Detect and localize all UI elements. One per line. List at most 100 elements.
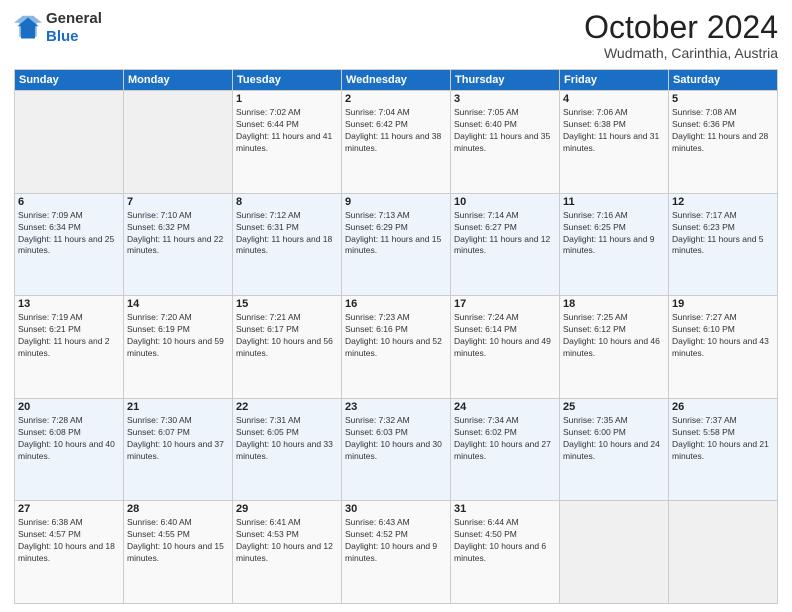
table-row: 27Sunrise: 6:38 AMSunset: 4:57 PMDayligh… (15, 501, 124, 604)
table-row: 5 Sunrise: 7:08 AMSunset: 6:36 PMDaylight… (669, 91, 778, 194)
day-number: 1 (236, 93, 338, 105)
day-info: Sunrise: 7:21 AMSunset: 6:17 PMDaylight:… (236, 312, 338, 360)
day-info: Sunrise: 7:09 AMSunset: 6:34 PMDaylight:… (18, 210, 120, 258)
day-info: Sunrise: 7:02 AMSunset: 6:44 PMDaylight:… (236, 107, 338, 155)
day-number: 6 (18, 196, 120, 208)
day-info: Sunrise: 7:10 AMSunset: 6:32 PMDaylight:… (127, 210, 229, 258)
day-number: 15 (236, 298, 338, 310)
table-row: 11 Sunrise: 7:16 AMSunset: 6:25 PMDayligh… (560, 193, 669, 296)
day-info: Sunrise: 7:05 AMSunset: 6:40 PMDaylight:… (454, 107, 556, 155)
table-row: 22 Sunrise: 7:31 AMSunset: 6:05 PMDayligh… (233, 398, 342, 501)
day-info: Sunrise: 7:20 AMSunset: 6:19 PMDaylight:… (127, 312, 229, 360)
day-info: Sunrise: 7:08 AMSunset: 6:36 PMDaylight:… (672, 107, 774, 155)
day-number: 22 (236, 401, 338, 413)
table-row (669, 501, 778, 604)
table-row: 8 Sunrise: 7:12 AMSunset: 6:31 PMDaylight… (233, 193, 342, 296)
day-number: 18 (563, 298, 665, 310)
table-row: 23 Sunrise: 7:32 AMSunset: 6:03 PMDayligh… (342, 398, 451, 501)
table-row: 17Sunrise: 7:24 AMSunset: 6:14 PMDayligh… (451, 296, 560, 399)
logo-icon (14, 14, 42, 42)
table-row: 26 Sunrise: 7:37 AMSunset: 5:58 PMDayligh… (669, 398, 778, 501)
col-thursday: Thursday (451, 70, 560, 91)
col-monday: Monday (124, 70, 233, 91)
col-sunday: Sunday (15, 70, 124, 91)
table-row: 25 Sunrise: 7:35 AMSunset: 6:00 PMDayligh… (560, 398, 669, 501)
day-info: Sunrise: 7:37 AMSunset: 5:58 PMDaylight:… (672, 415, 774, 463)
table-row: 19 Sunrise: 7:27 AMSunset: 6:10 PMDayligh… (669, 296, 778, 399)
day-info: Sunrise: 7:31 AMSunset: 6:05 PMDaylight:… (236, 415, 338, 463)
logo-text: General Blue (46, 10, 102, 46)
day-info: Sunrise: 7:23 AMSunset: 6:16 PMDaylight:… (345, 312, 447, 360)
day-number: 8 (236, 196, 338, 208)
calendar-week-row: 13 Sunrise: 7:19 AMSunset: 6:21 PMDayligh… (15, 296, 778, 399)
table-row: 29 Sunrise: 6:41 AMSunset: 4:53 PMDayligh… (233, 501, 342, 604)
day-info: Sunrise: 6:41 AMSunset: 4:53 PMDaylight:… (236, 517, 338, 565)
table-row: 21 Sunrise: 7:30 AMSunset: 6:07 PMDayligh… (124, 398, 233, 501)
table-row (124, 91, 233, 194)
day-number: 31 (454, 503, 556, 515)
day-info: Sunrise: 7:12 AMSunset: 6:31 PMDaylight:… (236, 210, 338, 258)
day-number: 29 (236, 503, 338, 515)
day-info: Sunrise: 7:35 AMSunset: 6:00 PMDaylight:… (563, 415, 665, 463)
table-row: 7 Sunrise: 7:10 AMSunset: 6:32 PMDaylight… (124, 193, 233, 296)
col-friday: Friday (560, 70, 669, 91)
day-number: 23 (345, 401, 447, 413)
table-row: 31 Sunrise: 6:44 AMSunset: 4:50 PMDayligh… (451, 501, 560, 604)
day-number: 2 (345, 93, 447, 105)
day-info: Sunrise: 6:40 AMSunset: 4:55 PMDaylight:… (127, 517, 229, 565)
day-number: 24 (454, 401, 556, 413)
table-row: 30Sunrise: 6:43 AMSunset: 4:52 PMDayligh… (342, 501, 451, 604)
table-row: 13 Sunrise: 7:19 AMSunset: 6:21 PMDayligh… (15, 296, 124, 399)
calendar-week-row: 20Sunrise: 7:28 AMSunset: 6:08 PMDayligh… (15, 398, 778, 501)
table-row: 12 Sunrise: 7:17 AMSunset: 6:23 PMDayligh… (669, 193, 778, 296)
title-block: October 2024 Wudmath, Carinthia, Austria (584, 10, 778, 61)
day-number: 13 (18, 298, 120, 310)
table-row (15, 91, 124, 194)
day-number: 16 (345, 298, 447, 310)
day-number: 30 (345, 503, 447, 515)
table-row: 24Sunrise: 7:34 AMSunset: 6:02 PMDayligh… (451, 398, 560, 501)
col-tuesday: Tuesday (233, 70, 342, 91)
day-number: 26 (672, 401, 774, 413)
day-number: 19 (672, 298, 774, 310)
day-info: Sunrise: 7:16 AMSunset: 6:25 PMDaylight:… (563, 210, 665, 258)
table-row: 14 Sunrise: 7:20 AMSunset: 6:19 PMDayligh… (124, 296, 233, 399)
logo: General Blue (14, 10, 102, 46)
table-row: 10Sunrise: 7:14 AMSunset: 6:27 PMDayligh… (451, 193, 560, 296)
day-info: Sunrise: 7:30 AMSunset: 6:07 PMDaylight:… (127, 415, 229, 463)
day-info: Sunrise: 7:28 AMSunset: 6:08 PMDaylight:… (18, 415, 120, 463)
calendar-table: Sunday Monday Tuesday Wednesday Thursday… (14, 69, 778, 604)
day-info: Sunrise: 6:44 AMSunset: 4:50 PMDaylight:… (454, 517, 556, 565)
day-info: Sunrise: 7:14 AMSunset: 6:27 PMDaylight:… (454, 210, 556, 258)
table-row: 9Sunrise: 7:13 AMSunset: 6:29 PMDaylight… (342, 193, 451, 296)
table-row: 18 Sunrise: 7:25 AMSunset: 6:12 PMDayligh… (560, 296, 669, 399)
calendar-week-row: 27Sunrise: 6:38 AMSunset: 4:57 PMDayligh… (15, 501, 778, 604)
day-info: Sunrise: 7:32 AMSunset: 6:03 PMDaylight:… (345, 415, 447, 463)
table-row: 15 Sunrise: 7:21 AMSunset: 6:17 PMDayligh… (233, 296, 342, 399)
day-info: Sunrise: 7:27 AMSunset: 6:10 PMDaylight:… (672, 312, 774, 360)
day-number: 5 (672, 93, 774, 105)
location-subtitle: Wudmath, Carinthia, Austria (584, 45, 778, 61)
day-number: 3 (454, 93, 556, 105)
table-row (560, 501, 669, 604)
table-row: 20Sunrise: 7:28 AMSunset: 6:08 PMDayligh… (15, 398, 124, 501)
table-row: 1 Sunrise: 7:02 AMSunset: 6:44 PMDaylight… (233, 91, 342, 194)
table-row: 4Sunrise: 7:06 AMSunset: 6:38 PMDaylight… (560, 91, 669, 194)
day-number: 11 (563, 196, 665, 208)
day-number: 12 (672, 196, 774, 208)
day-info: Sunrise: 6:38 AMSunset: 4:57 PMDaylight:… (18, 517, 120, 565)
day-info: Sunrise: 7:17 AMSunset: 6:23 PMDaylight:… (672, 210, 774, 258)
day-number: 14 (127, 298, 229, 310)
table-row: 3 Sunrise: 7:05 AMSunset: 6:40 PMDaylight… (451, 91, 560, 194)
day-number: 9 (345, 196, 447, 208)
day-number: 25 (563, 401, 665, 413)
day-number: 7 (127, 196, 229, 208)
day-info: Sunrise: 7:04 AMSunset: 6:42 PMDaylight:… (345, 107, 447, 155)
header: General Blue October 2024 Wudmath, Carin… (14, 10, 778, 61)
day-number: 17 (454, 298, 556, 310)
calendar-page: General Blue October 2024 Wudmath, Carin… (0, 0, 792, 612)
day-number: 21 (127, 401, 229, 413)
table-row: 6 Sunrise: 7:09 AMSunset: 6:34 PMDaylight… (15, 193, 124, 296)
day-info: Sunrise: 7:19 AMSunset: 6:21 PMDaylight:… (18, 312, 120, 360)
day-info: Sunrise: 7:25 AMSunset: 6:12 PMDaylight:… (563, 312, 665, 360)
